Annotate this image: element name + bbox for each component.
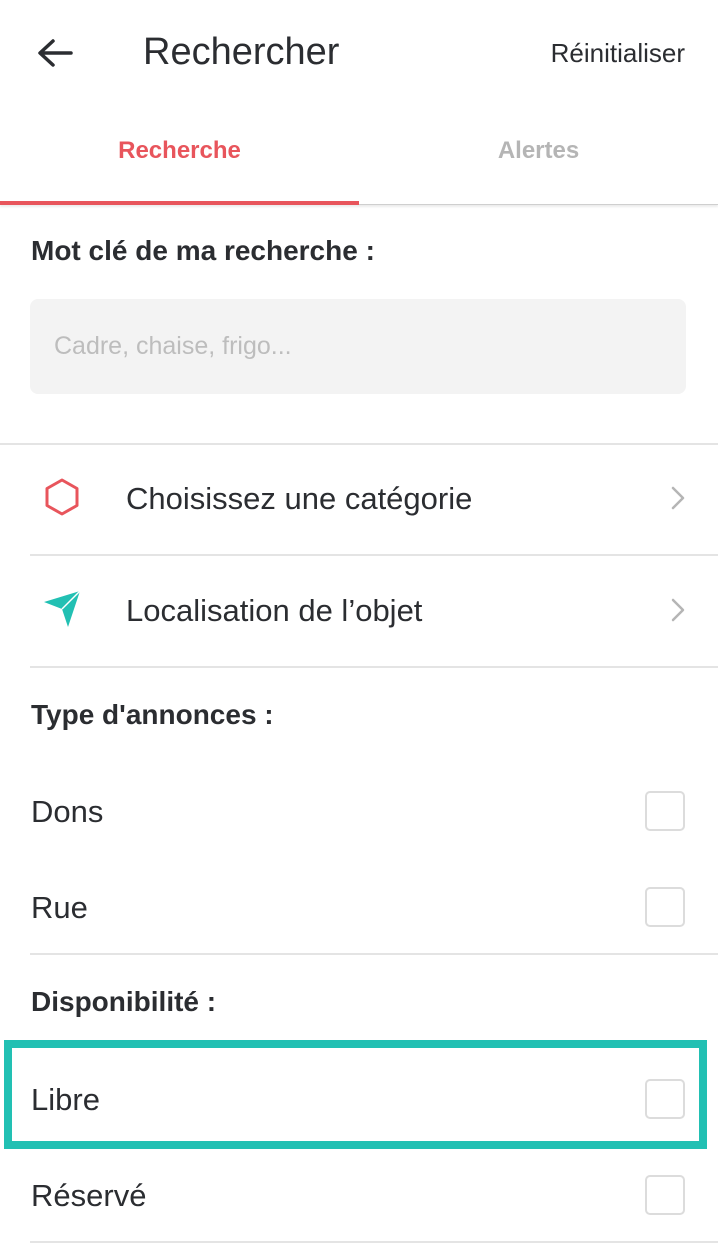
category-label: Choisissez une catégorie [126, 481, 473, 516]
back-button[interactable] [30, 28, 80, 78]
option-label: Dons [31, 794, 104, 829]
reserve-checkbox[interactable] [645, 1175, 685, 1215]
ad-type-label: Type d'annonces : [31, 699, 274, 730]
keyword-input[interactable] [30, 299, 686, 394]
rue-checkbox[interactable] [645, 887, 685, 927]
tab-bar: Recherche Alertes [0, 106, 718, 205]
availability-label: Disponibilité : [31, 986, 217, 1017]
page-title: Rechercher [143, 31, 340, 73]
option-label: Libre [31, 1082, 100, 1117]
chevron-right-icon [671, 598, 685, 622]
location-label: Localisation de l’objet [126, 593, 423, 628]
reset-button[interactable]: Réinitialiser [551, 36, 685, 70]
option-label: Réservé [31, 1178, 147, 1213]
tab-alertes[interactable]: Alertes [359, 106, 718, 204]
send-icon [40, 587, 84, 631]
option-libre[interactable]: Libre [0, 1052, 718, 1148]
tab-recherche[interactable]: Recherche [0, 106, 359, 205]
divider [30, 666, 718, 668]
libre-checkbox[interactable] [645, 1079, 685, 1119]
option-rue[interactable]: Rue [0, 860, 718, 956]
category-row[interactable]: Choisissez une catégorie [0, 445, 718, 555]
location-row[interactable]: Localisation de l’objet [0, 557, 718, 667]
option-dons[interactable]: Dons [0, 764, 718, 860]
hexagon-icon [40, 475, 84, 519]
arrow-left-icon [38, 39, 73, 67]
option-reserve[interactable]: Réservé [0, 1148, 718, 1244]
divider [30, 953, 718, 955]
chevron-right-icon [671, 486, 685, 510]
divider [30, 1241, 718, 1243]
app-header: Rechercher Réinitialiser [0, 0, 718, 106]
dons-checkbox[interactable] [645, 791, 685, 831]
option-label: Rue [31, 890, 88, 925]
keyword-label: Mot clé de ma recherche : [31, 235, 375, 266]
divider [30, 554, 718, 556]
